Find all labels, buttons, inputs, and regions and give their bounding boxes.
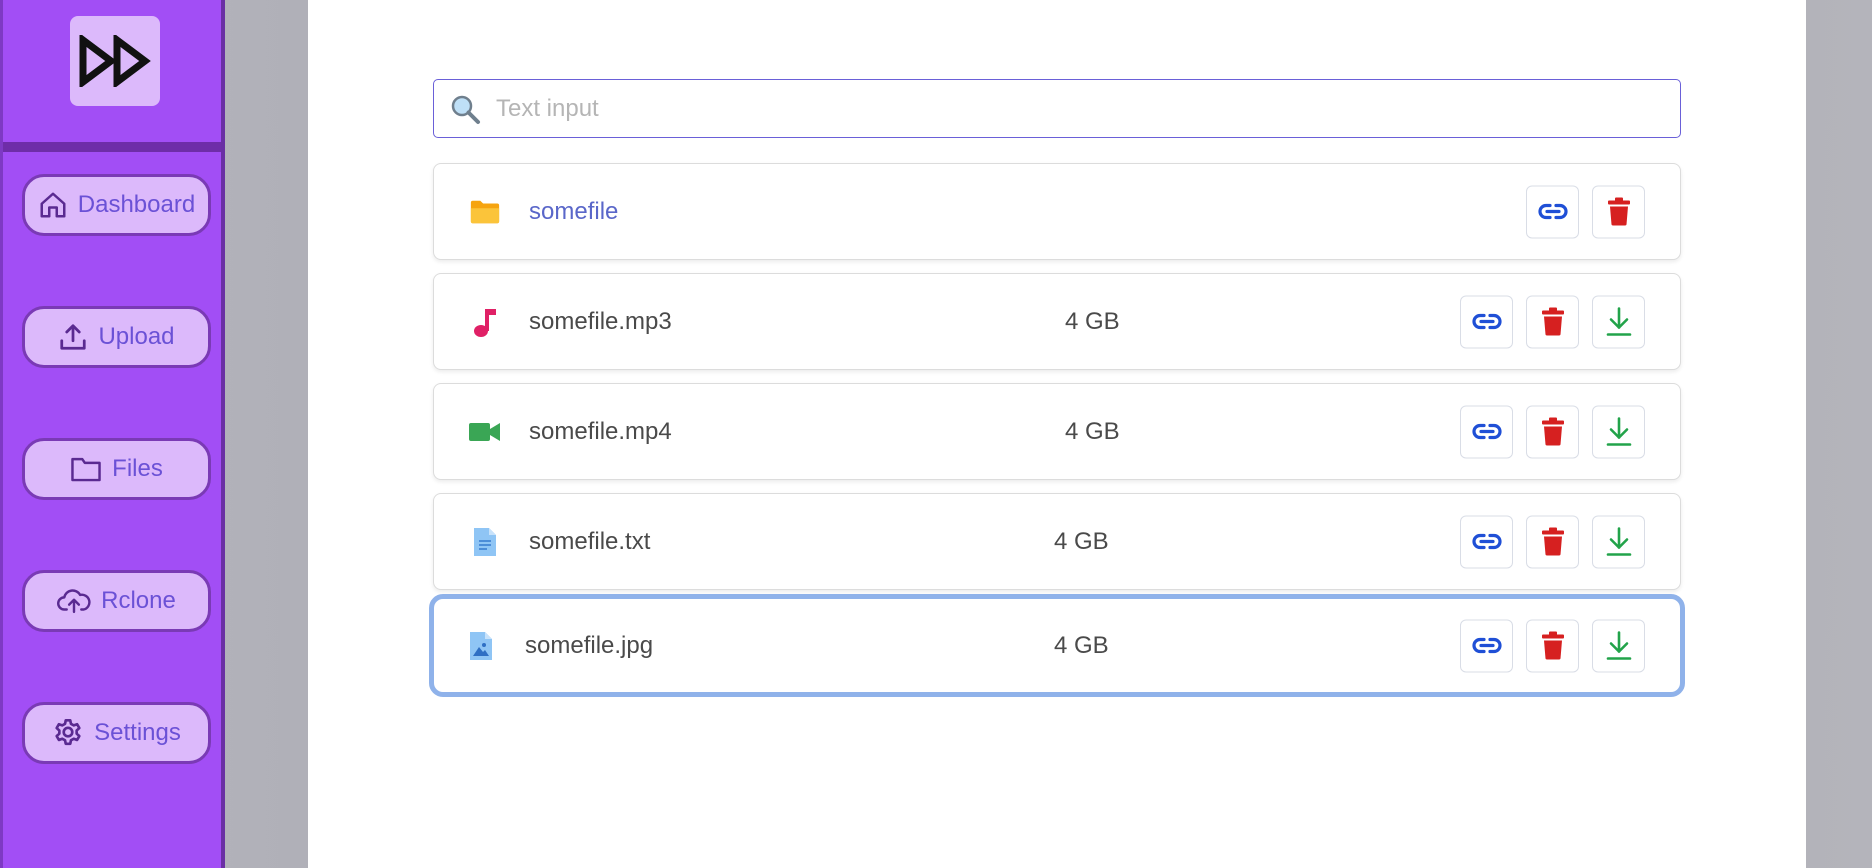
search-icon — [446, 90, 484, 128]
file-name: somefile.mp4 — [529, 417, 672, 445]
copy-link-button[interactable] — [1460, 515, 1513, 568]
app-logo[interactable] — [70, 16, 160, 106]
sidebar: Dashboard Upload Files Rclone Settings — [0, 0, 225, 868]
sidebar-item-label: Dashboard — [77, 191, 196, 218]
sidebar-item-label: Upload — [98, 323, 175, 350]
file-name: somefile.txt — [529, 527, 651, 555]
link-icon — [1471, 313, 1502, 330]
download-icon — [1606, 417, 1631, 446]
sidebar-divider — [3, 142, 221, 152]
trash-icon — [1607, 197, 1630, 226]
delete-button[interactable] — [1526, 619, 1579, 672]
download-icon — [1606, 307, 1631, 336]
trash-icon — [1541, 631, 1564, 660]
sidebar-item-files[interactable]: Files — [22, 438, 211, 500]
download-icon — [1606, 631, 1631, 660]
file-row-text[interactable]: somefile.txt 4 GB — [433, 493, 1681, 590]
image-file-icon — [465, 630, 497, 662]
trash-icon — [1541, 527, 1564, 556]
download-icon — [1606, 527, 1631, 556]
delete-button[interactable] — [1526, 295, 1579, 348]
fast-forward-logo-icon — [79, 35, 151, 87]
file-name: somefile.mp3 — [529, 307, 672, 335]
file-row-folder[interactable]: somefile — [433, 163, 1681, 260]
download-button[interactable] — [1592, 295, 1645, 348]
file-size: 4 GB — [1065, 307, 1120, 335]
search-input[interactable] — [494, 93, 1648, 124]
file-name: somefile.jpg — [525, 631, 654, 659]
folder-icon — [469, 196, 501, 228]
file-size: 4 GB — [1054, 631, 1109, 659]
trash-icon — [1541, 307, 1564, 336]
sidebar-item-label: Files — [112, 455, 163, 482]
delete-button[interactable] — [1526, 405, 1579, 458]
link-icon — [1471, 423, 1502, 440]
sidebar-item-label: Settings — [94, 719, 181, 746]
upload-icon — [60, 324, 87, 350]
copy-link-button[interactable] — [1526, 185, 1579, 238]
file-row-video[interactable]: somefile.mp4 4 GB — [433, 383, 1681, 480]
video-camera-icon — [469, 416, 501, 448]
folder-icon — [71, 457, 101, 482]
file-row-image[interactable]: somefile.jpg 4 GB — [429, 594, 1685, 697]
search-bar — [433, 79, 1681, 138]
sidebar-item-settings[interactable]: Settings — [22, 702, 211, 764]
delete-button[interactable] — [1592, 185, 1645, 238]
file-row-audio[interactable]: somefile.mp3 4 GB — [433, 273, 1681, 370]
music-note-icon — [469, 306, 501, 338]
link-icon — [1471, 533, 1502, 550]
file-size: 4 GB — [1054, 527, 1109, 555]
copy-link-button[interactable] — [1460, 405, 1513, 458]
download-button[interactable] — [1592, 405, 1645, 458]
sidebar-item-label: Rclone — [101, 587, 176, 614]
link-icon — [1537, 203, 1568, 220]
sidebar-item-dashboard[interactable]: Dashboard — [22, 174, 211, 236]
gear-icon — [55, 719, 81, 746]
download-button[interactable] — [1592, 515, 1645, 568]
cloud-upload-icon — [57, 589, 91, 614]
trash-icon — [1541, 417, 1564, 446]
sidebar-item-upload[interactable]: Upload — [22, 306, 211, 368]
text-file-icon — [469, 526, 501, 558]
delete-button[interactable] — [1526, 515, 1579, 568]
file-name[interactable]: somefile — [529, 198, 618, 226]
home-icon — [40, 192, 66, 218]
file-size: 4 GB — [1065, 417, 1120, 445]
link-icon — [1471, 637, 1502, 654]
file-browser-panel: somefile somefile.mp3 4 GB — [308, 0, 1806, 868]
sidebar-item-rclone[interactable]: Rclone — [22, 570, 211, 632]
download-button[interactable] — [1592, 619, 1645, 672]
copy-link-button[interactable] — [1460, 619, 1513, 672]
copy-link-button[interactable] — [1460, 295, 1513, 348]
